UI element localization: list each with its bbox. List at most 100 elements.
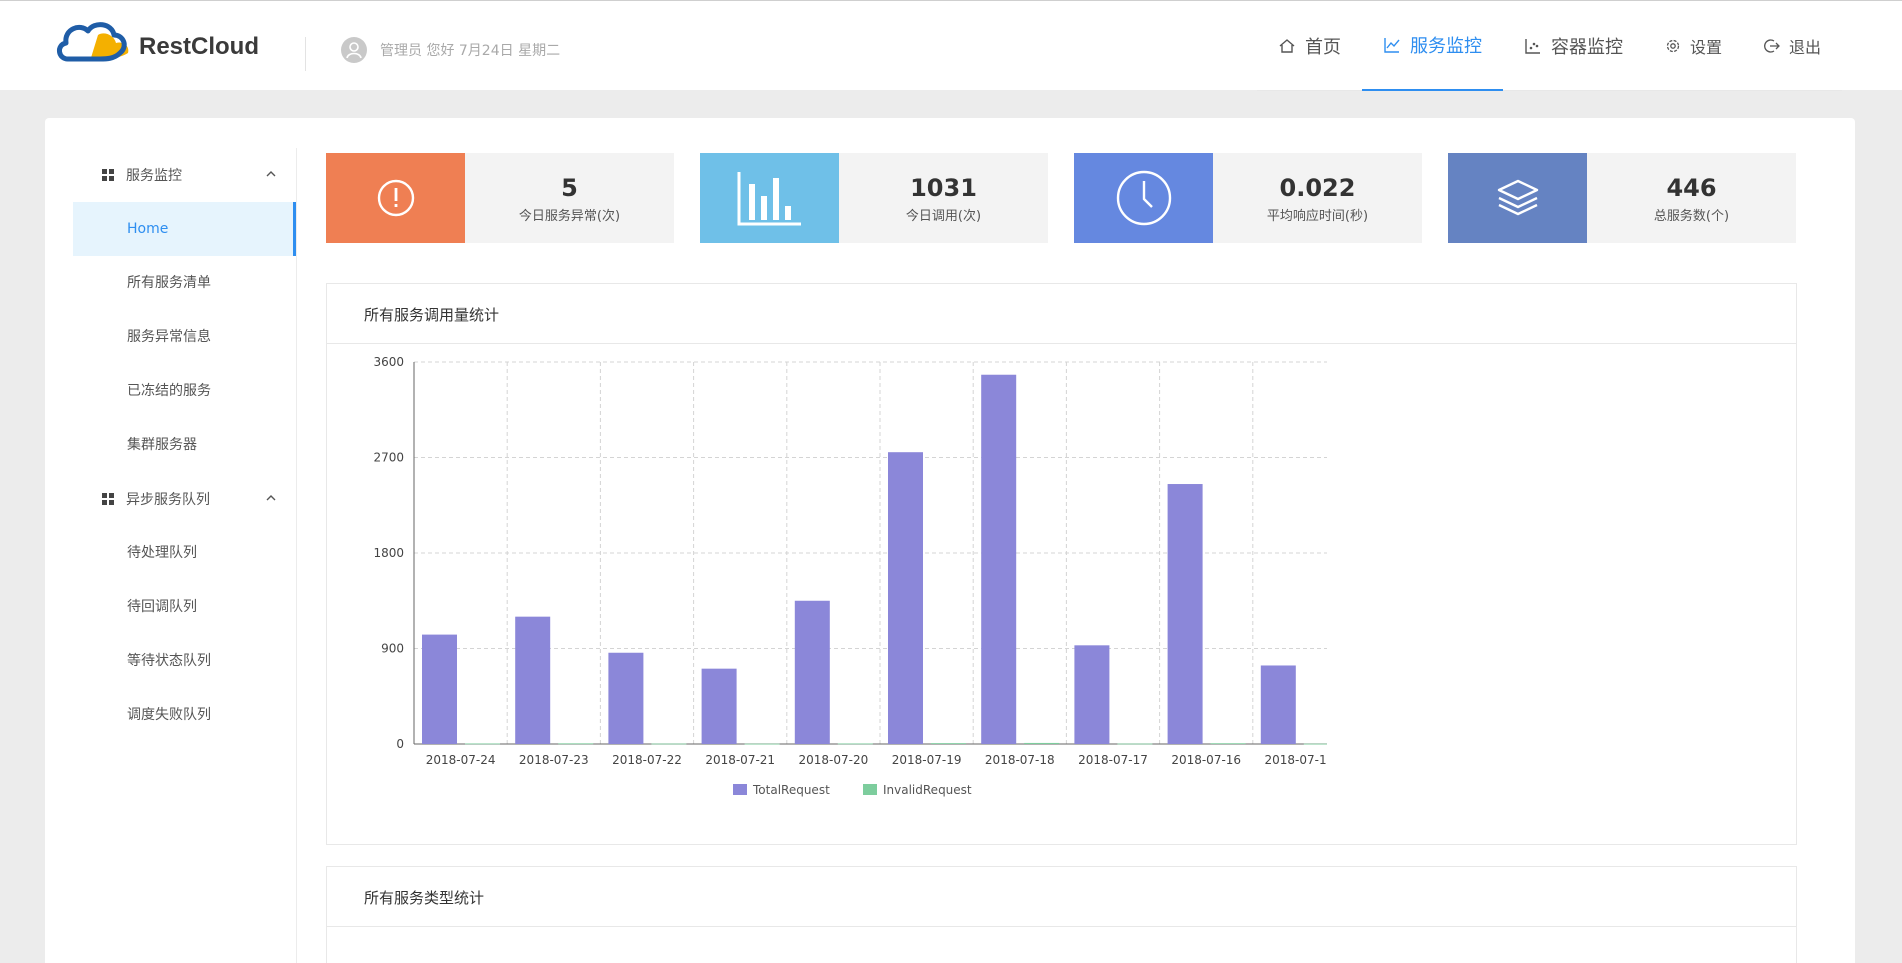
sidebar-group-label: 异步服务队列 [126, 492, 210, 508]
bar-totalrequest [701, 668, 737, 744]
x-tick-label: 2018-07-15 [1265, 753, 1327, 767]
nav-home-label: 首页 [1304, 37, 1341, 58]
bar-invalidrequest [1210, 743, 1246, 745]
header-divider [305, 37, 306, 71]
bar-totalrequest [1167, 484, 1203, 744]
sidebar-item-home[interactable]: Home [73, 202, 296, 256]
home-icon [1279, 39, 1295, 53]
y-tick-label: 3600 [373, 355, 404, 369]
stat-card-body: 0.022 平均响应时间(秒) [1213, 153, 1422, 243]
user-avatar-icon[interactable] [341, 37, 367, 63]
bar-invalidrequest [558, 743, 594, 745]
bar-invalidrequest [744, 743, 780, 745]
bar-totalrequest [608, 652, 644, 744]
bar-totalrequest [515, 616, 551, 744]
bar-totalrequest [888, 452, 923, 744]
sidebar-item-all-services[interactable]: 所有服务清单 [73, 256, 296, 310]
clock-icon [1116, 170, 1171, 226]
x-tick-label: 2018-07-21 [705, 753, 775, 767]
legend-label: InvalidRequest [883, 783, 972, 797]
line-chart-icon [1384, 38, 1400, 53]
bar-invalidrequest [465, 743, 500, 745]
top-header: RestCloud 管理员 您好 7月24日 星期二 首页 服务监控 容器监控 … [0, 0, 1902, 91]
stat-card-calls[interactable]: 1031 今日调用(次) [700, 153, 1048, 243]
y-tick-label: 0 [396, 737, 404, 751]
legend-swatch [733, 784, 747, 795]
x-tick-label: 2018-07-19 [892, 753, 962, 767]
y-tick-label: 1800 [373, 546, 404, 560]
service-type-stats-box: 所有服务类型统计 [326, 866, 1797, 963]
stat-value: 5 [561, 173, 578, 202]
main-panel: 服务监控 Home 所有服务清单 服务异常信息 已冻结的服务 集群服务器 异步服… [45, 118, 1855, 963]
sidebar-group-label: 服务监控 [126, 168, 182, 184]
stat-label: 今日调用(次) [905, 208, 982, 224]
greeting-text: 管理员 您好 7月24日 星期二 [380, 43, 561, 59]
box-title: 所有服务调用量统计 [327, 284, 1796, 344]
bar-invalidrequest [1024, 742, 1060, 744]
x-tick-label: 2018-07-23 [519, 753, 589, 767]
box-title: 所有服务类型统计 [327, 867, 1796, 927]
top-nav: 首页 服务监控 容器监控 设置 退出 [1256, 1, 1842, 91]
bar-invalidrequest [651, 743, 687, 745]
nav-service-monitor[interactable]: 服务监控 [1361, 1, 1503, 91]
nav-settings[interactable]: 设置 [1644, 1, 1743, 91]
nav-logout-label: 退出 [1788, 38, 1821, 57]
x-tick-label: 2018-07-20 [799, 753, 869, 767]
stat-card-body: 446 总服务数(个) [1587, 153, 1796, 243]
bar-invalidrequest [931, 743, 966, 744]
service-call-bar-chart: 0 900 1800 2700 3600 2018-07-24 2018-07-23 2018… [373, 355, 1327, 797]
sidebar: 服务监控 Home 所有服务清单 服务异常信息 已冻结的服务 集群服务器 异步服… [73, 148, 297, 963]
legend-swatch [863, 784, 877, 795]
nav-container-monitor-label: 容器监控 [1550, 37, 1623, 58]
nav-logout[interactable]: 退出 [1743, 1, 1842, 91]
stat-value: 1031 [910, 173, 977, 202]
bar-invalidrequest [1303, 743, 1327, 745]
bar-totalrequest [981, 374, 1017, 744]
sidebar-item-cluster-servers[interactable]: 集群服务器 [73, 418, 296, 472]
service-call-stats-box: 所有服务调用量统计 0 900 1800 2700 3600 2018-07-24 2018… [326, 283, 1797, 845]
stat-label: 平均响应时间(秒) [1266, 208, 1369, 224]
stat-card-icon-box [326, 153, 465, 243]
sidebar-item-waiting-queue[interactable]: 等待状态队列 [73, 634, 296, 688]
sidebar-group-service-monitor[interactable]: 服务监控 [73, 148, 296, 202]
stat-card-body: 5 今日服务异常(次) [465, 153, 674, 243]
grid-icon [102, 169, 114, 181]
bar-chart-icon [737, 172, 801, 226]
y-tick-label: 900 [381, 642, 404, 656]
grid-icon [102, 493, 114, 505]
stat-card-icon-box [1074, 153, 1213, 243]
logo-text: RestCloud [139, 33, 259, 60]
sidebar-item-pending-queue[interactable]: 待处理队列 [73, 526, 296, 580]
nav-home[interactable]: 首页 [1257, 1, 1362, 91]
alert-icon [377, 179, 414, 217]
gear-icon [1666, 39, 1680, 53]
logout-icon [1764, 39, 1780, 53]
layers-icon [1497, 179, 1538, 216]
bar-totalrequest [1260, 665, 1296, 744]
stat-card-icon-box [700, 153, 839, 243]
bar-invalidrequest [1117, 743, 1153, 745]
chevron-up-icon [266, 171, 276, 177]
chevron-up-icon [266, 495, 276, 501]
stat-label: 总服务数(个) [1653, 208, 1730, 224]
x-tick-label: 2018-07-16 [1171, 753, 1241, 767]
stat-card-errors[interactable]: 5 今日服务异常(次) [326, 153, 674, 243]
sidebar-item-service-errors[interactable]: 服务异常信息 [73, 310, 296, 364]
x-tick-label: 2018-07-24 [426, 753, 496, 767]
x-tick-label: 2018-07-18 [985, 753, 1055, 767]
stat-label: 今日服务异常(次) [518, 208, 621, 224]
sidebar-item-callback-queue[interactable]: 待回调队列 [73, 580, 296, 634]
nav-container-monitor[interactable]: 容器监控 [1503, 1, 1644, 91]
bar-totalrequest [422, 634, 457, 744]
y-tick-label: 2700 [373, 451, 404, 465]
sidebar-group-async-queue[interactable]: 异步服务队列 [73, 472, 296, 526]
stat-value: 0.022 [1279, 173, 1356, 202]
bar-totalrequest [1074, 645, 1110, 744]
stat-value: 446 [1666, 173, 1717, 202]
stat-card-total-services[interactable]: 446 总服务数(个) [1448, 153, 1796, 243]
x-tick-label: 2018-07-22 [612, 753, 682, 767]
sidebar-item-failed-queue[interactable]: 调度失败队列 [73, 688, 296, 742]
sidebar-item-frozen-services[interactable]: 已冻结的服务 [73, 364, 296, 418]
stat-card-response-time[interactable]: 0.022 平均响应时间(秒) [1074, 153, 1422, 243]
stat-card-body: 1031 今日调用(次) [839, 153, 1048, 243]
